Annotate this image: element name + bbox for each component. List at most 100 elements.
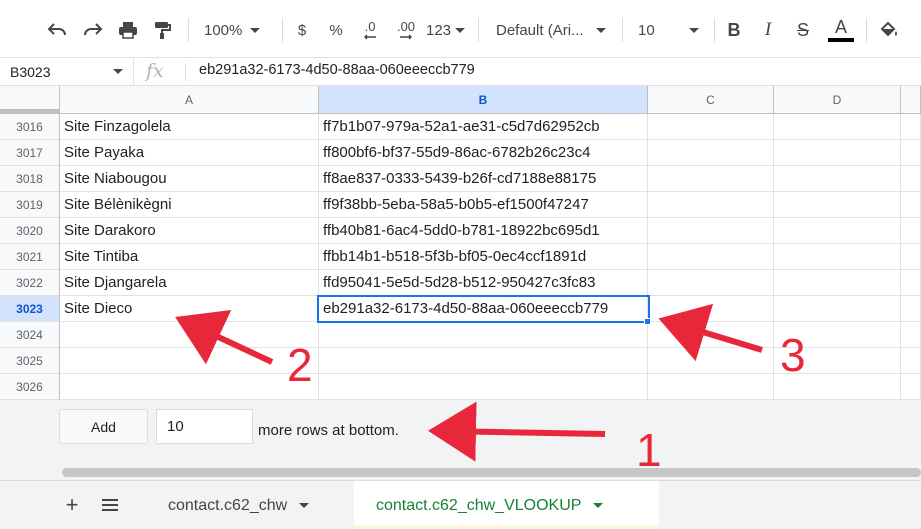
column-header-a[interactable]: A [60,86,319,114]
cell-a[interactable]: Site Niabougou [60,166,319,192]
fill-color-icon[interactable] [876,16,902,44]
add-rows-count-input[interactable] [156,409,253,444]
tab-contact-c62-chw-vlookup[interactable]: contact.c62_chw_VLOOKUP [354,481,659,529]
cell-e[interactable] [901,218,921,244]
cell-a[interactable]: Site Dieco [60,296,319,322]
cell-e[interactable] [901,166,921,192]
add-rows-button[interactable]: Add [59,409,148,444]
cell-d[interactable] [774,296,901,322]
cell-d[interactable] [774,114,901,140]
cell-a[interactable]: Site Finzagolela [60,114,319,140]
italic-button[interactable]: I [758,16,778,44]
tab-contact-c62-chw[interactable]: contact.c62_chw [148,481,354,529]
all-sheets-icon[interactable] [98,493,122,517]
toolbar-divider [866,18,867,42]
cell-e[interactable] [901,244,921,270]
cell-b[interactable]: ff9f38bb-5eba-58a5-b0b5-ef1500f47247 [319,192,648,218]
cell-d[interactable] [774,270,901,296]
row-header[interactable]: 3016 [0,114,60,140]
scrollbar-thumb[interactable] [62,468,921,477]
cell-c[interactable] [648,114,774,140]
row-header[interactable]: 3024 [0,322,60,348]
cell-a[interactable] [60,348,319,374]
cell-a[interactable]: Site Payaka [60,140,319,166]
row-header[interactable]: 3020 [0,218,60,244]
cell-b[interactable] [319,374,648,400]
cell-b[interactable]: ffb40b81-6ac4-5dd0-b781-18922bc695d1 [319,218,648,244]
cell-c[interactable] [648,374,774,400]
add-sheet-icon[interactable]: + [60,492,84,517]
cell-b[interactable]: ff7b1b07-979a-52a1-ae31-c5d7d62952cb [319,114,648,140]
more-formats-select[interactable]: 123 [426,16,470,44]
cell-b[interactable] [319,322,648,348]
cell-e[interactable] [901,322,921,348]
cell-d[interactable] [774,140,901,166]
cell-b[interactable]: ff8ae837-0333-5439-b26f-cd7188e88175 [319,166,648,192]
cell-b[interactable]: eb291a32-6173-4d50-88aa-060eeeccb779 [319,296,648,322]
column-header-c[interactable]: C [648,86,774,114]
row-header[interactable]: 3019 [0,192,60,218]
cell-a[interactable]: Site Bélènikègni [60,192,319,218]
row-header[interactable]: 3022 [0,270,60,296]
cell-e[interactable] [901,374,921,400]
cell-c[interactable] [648,166,774,192]
decrease-decimals-label: .0 [364,19,376,34]
cell-a[interactable]: Site Darakoro [60,218,319,244]
fill-handle[interactable] [644,318,651,325]
font-size-select[interactable]: 10 [638,16,708,44]
bold-button[interactable]: B [724,16,744,44]
row-header[interactable]: 3021 [0,244,60,270]
decrease-decimals-button[interactable]: .0 [358,16,382,44]
percent-format-button[interactable]: % [326,16,346,44]
currency-format-button[interactable]: $ [292,16,312,44]
cell-c[interactable] [648,296,774,322]
cell-a[interactable] [60,322,319,348]
cell-c[interactable] [648,218,774,244]
row-header[interactable]: 3018 [0,166,60,192]
column-header-b[interactable]: B [319,86,648,114]
redo-icon[interactable] [80,16,106,44]
cell-c[interactable] [648,348,774,374]
undo-icon[interactable] [44,16,70,44]
strikethrough-button[interactable]: S [792,16,814,44]
name-box[interactable]: B3023 [0,58,134,86]
cell-b[interactable]: ff800bf6-bf37-55d9-86ac-6782b26c23c4 [319,140,648,166]
row-header[interactable]: 3023 [0,296,60,322]
cell-e[interactable] [901,270,921,296]
cell-a[interactable]: Site Djangarela [60,270,319,296]
formula-input[interactable]: eb291a32-6173-4d50-88aa-060eeeccb779 [199,62,475,78]
column-header-e[interactable] [901,86,921,114]
column-header-d[interactable]: D [774,86,901,114]
cell-c[interactable] [648,192,774,218]
zoom-select[interactable]: 100% [204,16,274,44]
row-header[interactable]: 3026 [0,374,60,400]
cell-b[interactable]: ffbb14b1-b518-5f3b-bf05-0ec4ccf1891d [319,244,648,270]
cell-b[interactable]: ffd95041-5e5d-5d28-b512-950427c3fc83 [319,270,648,296]
row-header[interactable]: 3017 [0,140,60,166]
font-family-select[interactable]: Default (Ari... [496,16,612,44]
cell-e[interactable] [901,348,921,374]
cell-c[interactable] [648,322,774,348]
paint-format-icon[interactable] [150,16,174,44]
row-header[interactable]: 3025 [0,348,60,374]
cell-c[interactable] [648,140,774,166]
horizontal-scrollbar[interactable] [0,464,921,480]
cell-c[interactable] [648,270,774,296]
select-all-corner[interactable] [0,86,60,114]
cell-c[interactable] [648,244,774,270]
cell-d[interactable] [774,218,901,244]
active-tab-accent [354,525,659,529]
text-color-button[interactable]: A [826,16,856,44]
cell-a[interactable] [60,374,319,400]
cell-e[interactable] [901,140,921,166]
increase-decimals-button[interactable]: .00 [392,16,420,44]
cell-a[interactable]: Site Tintiba [60,244,319,270]
cell-d[interactable] [774,244,901,270]
cell-e[interactable] [901,114,921,140]
cell-e[interactable] [901,296,921,322]
cell-d[interactable] [774,166,901,192]
cell-e[interactable] [901,192,921,218]
print-icon[interactable] [116,16,140,44]
cell-b[interactable] [319,348,648,374]
cell-d[interactable] [774,192,901,218]
